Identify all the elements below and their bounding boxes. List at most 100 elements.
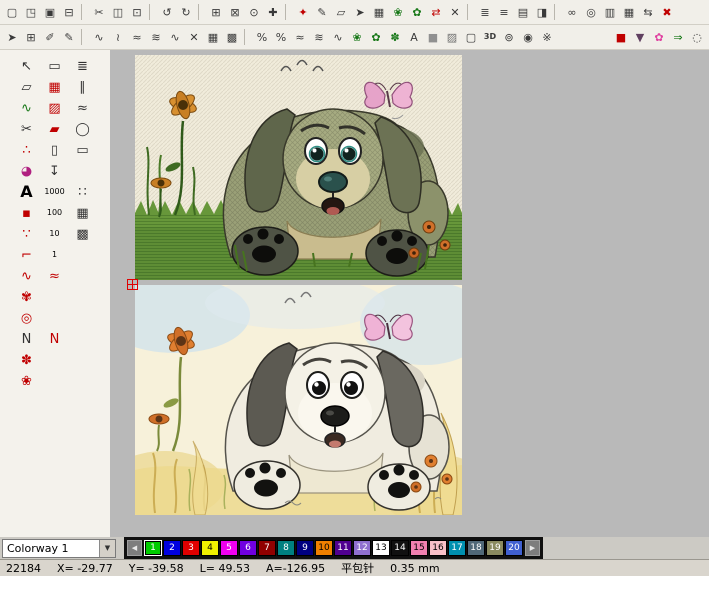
select-pointer-icon[interactable]: ➤ — [3, 29, 21, 46]
outline-box-icon[interactable]: ▢ — [462, 29, 480, 46]
curve-digitize-tool[interactable]: ≈ — [70, 98, 95, 118]
selection-anchor-handle[interactable] — [127, 279, 138, 290]
swap-colors-icon[interactable]: ⇄ — [427, 4, 445, 21]
ring-select-icon[interactable]: ◎ — [582, 4, 600, 21]
thread-color-18[interactable]: 18 — [467, 540, 485, 556]
lettering-a-tool[interactable]: A — [14, 182, 39, 202]
gear-flower-tool[interactable]: ✽ — [14, 350, 39, 370]
value-100-tool[interactable]: 100 — [42, 203, 67, 223]
column-view-icon[interactable]: ▥ — [601, 4, 619, 21]
write-to-machine-icon[interactable]: ⊟ — [60, 4, 78, 21]
thread-color-12[interactable]: 12 — [353, 540, 371, 556]
fill-dense-icon[interactable]: ▩ — [223, 29, 241, 46]
florentine-leaf-icon[interactable]: ❀ — [348, 29, 366, 46]
tape-measure-tool[interactable]: ▭ — [42, 56, 67, 76]
thread-color-17[interactable]: 17 — [448, 540, 466, 556]
gray-hatch-icon[interactable]: ▨ — [443, 29, 461, 46]
tatami-digitize-tool[interactable]: ▨ — [42, 98, 67, 118]
run-stitch-icon[interactable]: ∿ — [90, 29, 108, 46]
anchor-tool[interactable]: ↧ — [42, 161, 67, 181]
angle-line-tool[interactable]: ⌐ — [14, 245, 39, 265]
colorway-select[interactable]: Colorway 1 ▼ — [2, 539, 116, 558]
select-tool[interactable]: ↖ — [14, 56, 39, 76]
open-design-icon[interactable]: ◳ — [22, 4, 40, 21]
value-10-tool[interactable]: 10 — [42, 224, 67, 244]
knife-tool[interactable]: ✂ — [14, 119, 39, 139]
hatch-lines-tool[interactable]: ≣ — [70, 56, 95, 76]
backdrop-artwork-object[interactable] — [135, 285, 462, 515]
wave-effect-icon[interactable]: ≈ — [291, 29, 309, 46]
thread-color-10[interactable]: 10 — [315, 540, 333, 556]
value-1-tool[interactable]: 1 — [42, 245, 67, 265]
thread-color-16[interactable]: 16 — [429, 540, 447, 556]
thread-color-1[interactable]: 1 — [144, 540, 162, 556]
close-all-icon[interactable]: ✖ — [658, 4, 676, 21]
thread-color-7[interactable]: 7 — [258, 540, 276, 556]
palette-prev-button[interactable]: ◀ — [127, 540, 142, 556]
curve-red-tool[interactable]: ∿ — [14, 266, 39, 286]
gray-fill-icon[interactable]: ■ — [424, 29, 442, 46]
filter-icon[interactable]: ▼ — [631, 29, 649, 46]
motif-run-icon[interactable]: ∿ — [166, 29, 184, 46]
red-grid-tool[interactable]: ▦ — [42, 77, 67, 97]
n-monogram-red-tool[interactable]: N — [42, 329, 67, 349]
hoop-pen-icon[interactable]: ✎ — [60, 29, 78, 46]
thread-color-3[interactable]: 3 — [182, 540, 200, 556]
lettering-icon[interactable]: A — [405, 29, 423, 46]
mesh-view-icon[interactable]: ▦ — [620, 4, 638, 21]
measure-icon[interactable]: ✐ — [41, 29, 59, 46]
small-grid-tool[interactable]: ▦ — [70, 203, 95, 223]
save-design-icon[interactable]: ▣ — [41, 4, 59, 21]
thread-color-4[interactable]: 4 — [201, 540, 219, 556]
exchange-icon[interactable]: ⇆ — [639, 4, 657, 21]
thread-color-15[interactable]: 15 — [410, 540, 428, 556]
compare-icon[interactable]: ⇒ — [669, 29, 687, 46]
leaf-fill-icon[interactable]: ✿ — [367, 29, 385, 46]
stitch-list-icon[interactable]: ≣ — [476, 4, 494, 21]
contour-effect-icon[interactable]: ∿ — [329, 29, 347, 46]
paste-icon[interactable]: ⊡ — [128, 4, 146, 21]
reshape-tool[interactable]: ▱ — [14, 77, 39, 97]
triple-run-icon[interactable]: ≀ — [109, 29, 127, 46]
zigzag-red-tool[interactable]: ≈ — [42, 266, 67, 286]
stitch-edit-icon[interactable]: ✦ — [294, 4, 312, 21]
branch-fill-icon[interactable]: ✽ — [386, 29, 404, 46]
thread-color-14[interactable]: 14 — [391, 540, 409, 556]
new-design-icon[interactable]: ▢ — [3, 4, 21, 21]
zoom-actual-icon[interactable]: ⊙ — [245, 4, 263, 21]
target-circle-tool[interactable]: ◎ — [14, 308, 39, 328]
run-digitize-tool[interactable]: ∿ — [14, 98, 39, 118]
slow-redraw-icon[interactable]: ≡ — [495, 4, 513, 21]
checker-tool[interactable]: ▩ — [70, 224, 95, 244]
overlap-view-icon[interactable]: ∞ — [563, 4, 581, 21]
redo-icon[interactable]: ↻ — [177, 4, 195, 21]
applique-icon[interactable]: ⊚ — [500, 29, 518, 46]
zoom-window-icon[interactable]: ⊞ — [207, 4, 225, 21]
pencil-edit-icon[interactable]: ✎ — [313, 4, 331, 21]
density-b-icon[interactable]: % — [272, 29, 290, 46]
grid-toggle-icon[interactable]: ▦ — [370, 4, 388, 21]
cut-icon[interactable]: ✂ — [90, 4, 108, 21]
thread-color-20[interactable]: 20 — [505, 540, 523, 556]
vine-red-tool[interactable]: ✾ — [14, 287, 39, 307]
stop-point-icon[interactable]: ■ — [612, 29, 630, 46]
thread-color-5[interactable]: 5 — [220, 540, 238, 556]
color-palette-tool[interactable]: ◕ — [14, 161, 39, 181]
pan-icon[interactable]: ✚ — [264, 4, 282, 21]
flower-tool-icon[interactable]: ✿ — [650, 29, 668, 46]
cross-stitch-icon[interactable]: ✕ — [185, 29, 203, 46]
jump-stitch-tool[interactable]: ▪ — [14, 203, 39, 223]
rectangle-tool[interactable]: ▭ — [70, 140, 95, 160]
thread-color-11[interactable]: 11 — [334, 540, 352, 556]
delete-object-icon[interactable]: ✕ — [446, 4, 464, 21]
dot-matrix-tool[interactable]: ∷ — [70, 182, 95, 202]
column-tool[interactable]: ▯ — [42, 140, 67, 160]
thread-chart-icon[interactable]: ▤ — [514, 4, 532, 21]
artwork-leaf-icon[interactable]: ❀ — [389, 4, 407, 21]
fabric-grid-icon[interactable]: ⊞ — [22, 29, 40, 46]
thread-color-19[interactable]: 19 — [486, 540, 504, 556]
ripple-effect-icon[interactable]: ≋ — [310, 29, 328, 46]
value-1000-tool[interactable]: 1000 — [42, 182, 67, 202]
undo-icon[interactable]: ↺ — [158, 4, 176, 21]
motif-pattern-icon[interactable]: ※ — [538, 29, 556, 46]
